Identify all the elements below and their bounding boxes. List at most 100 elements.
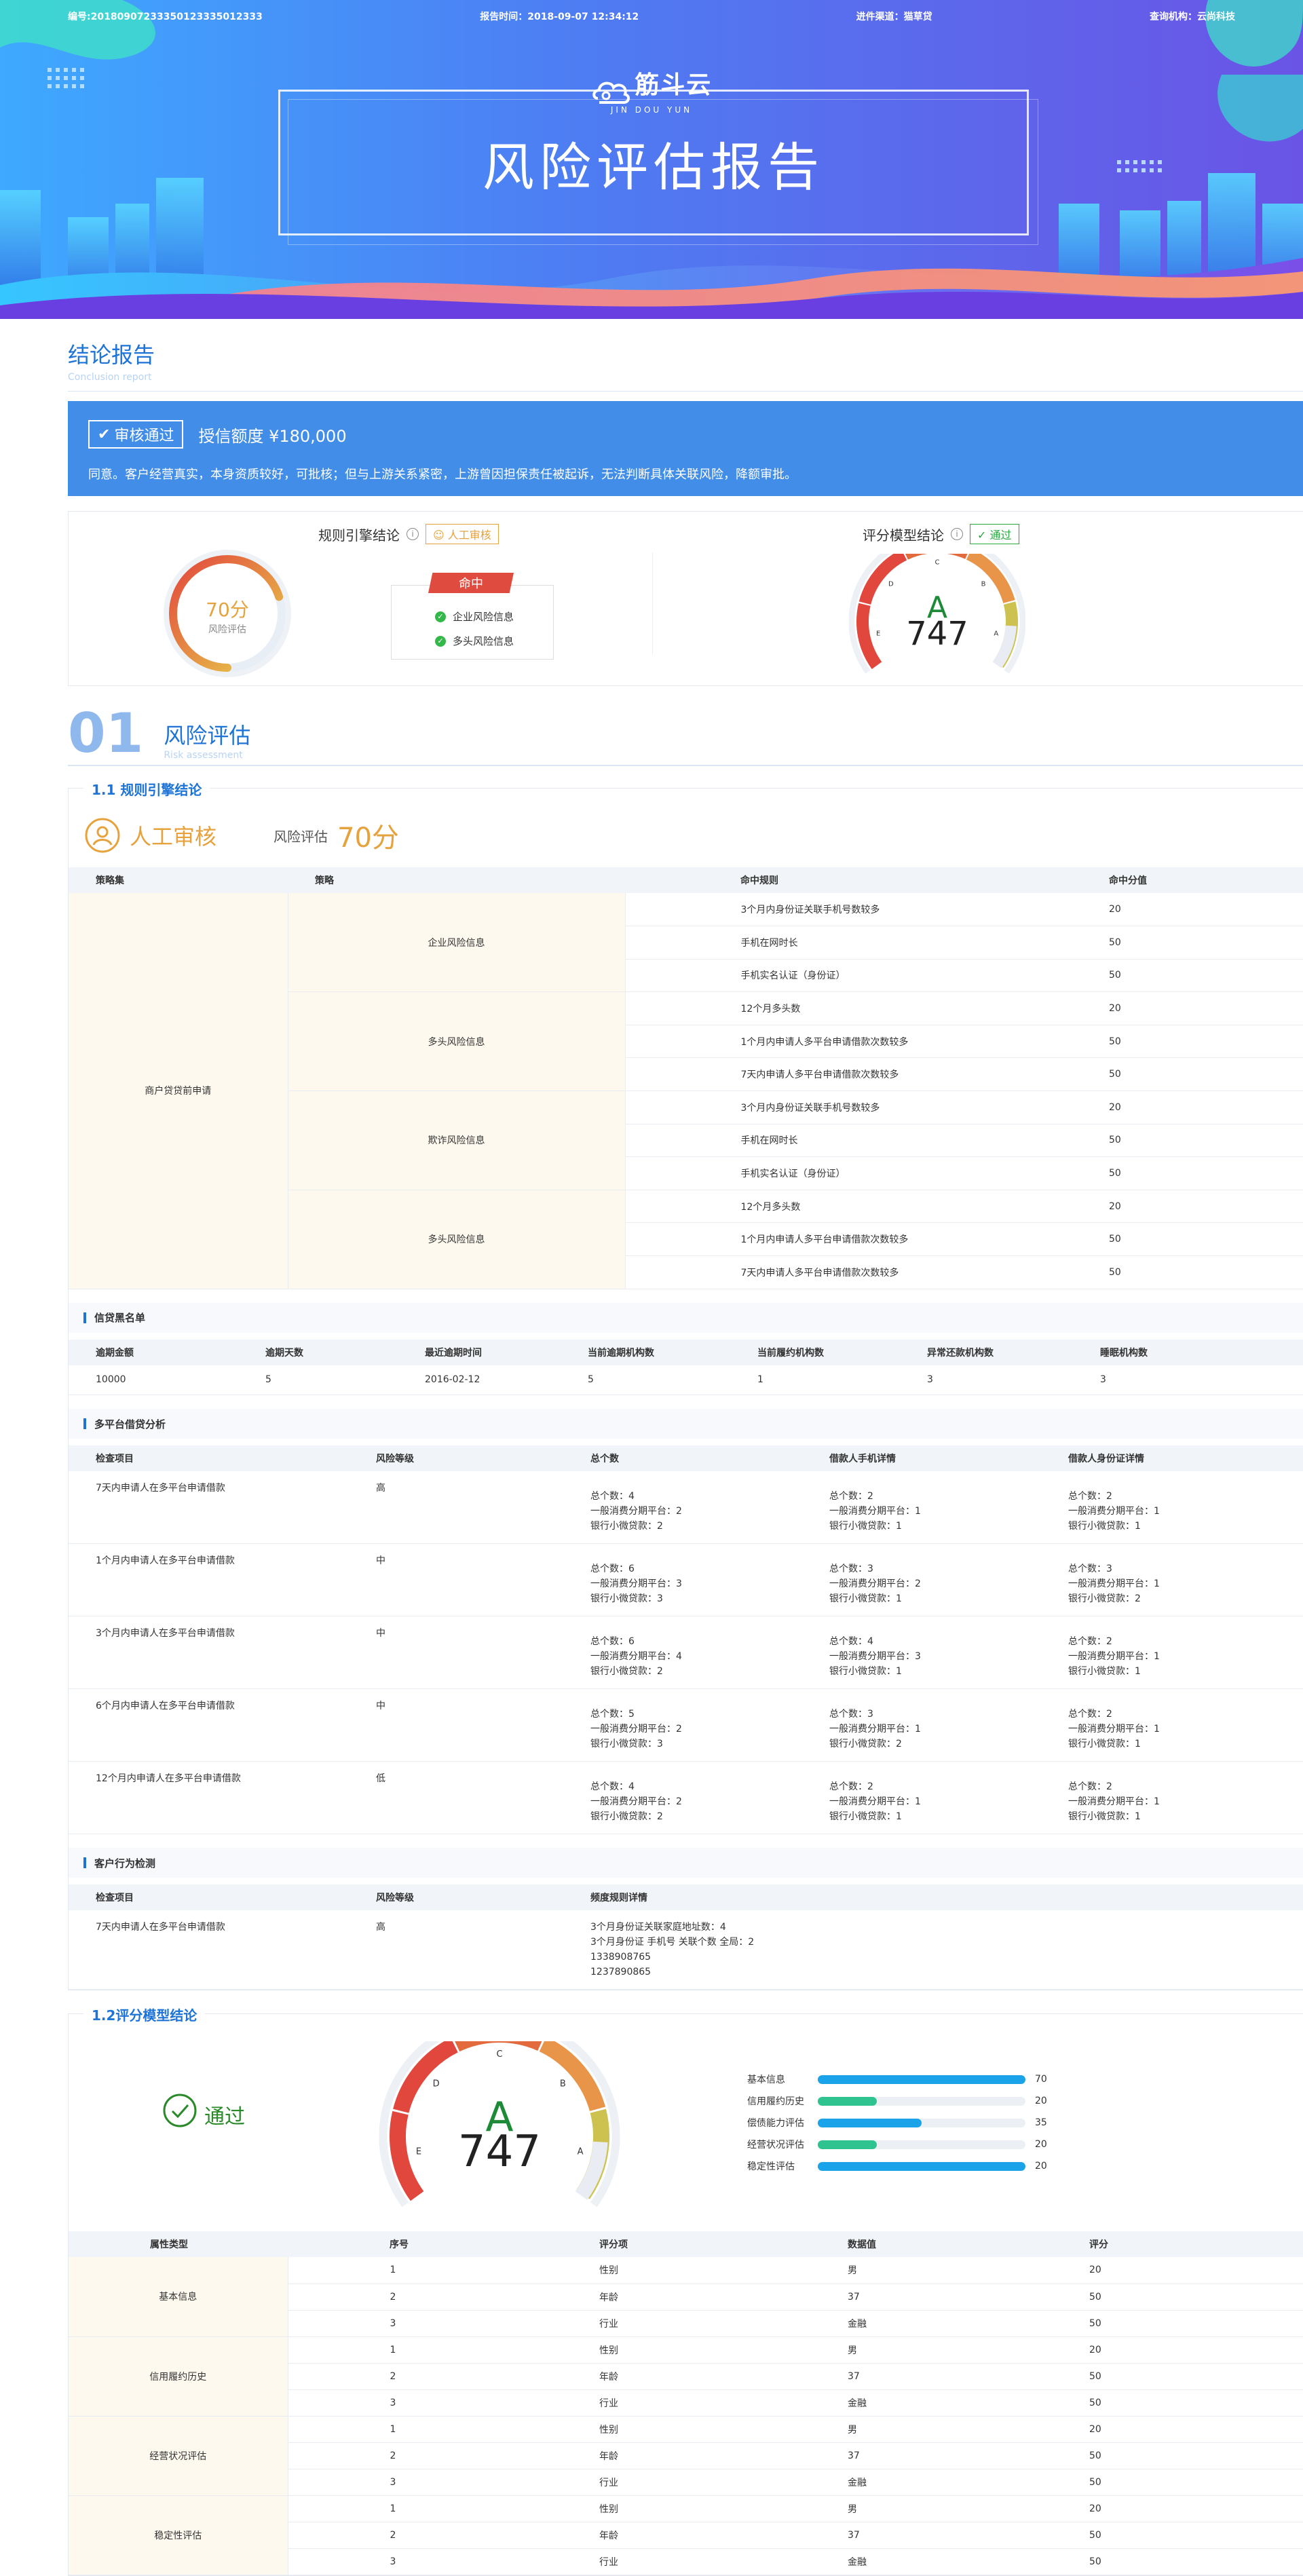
check-item-cell: 3个月内申请人在多平台申请借款 (69, 1616, 349, 1689)
detail-line: 银行小微贷款：1 (1068, 1809, 1277, 1824)
gauge-grade-label: A (994, 630, 998, 638)
divider (652, 552, 653, 654)
behavior-level: 高 (349, 1910, 563, 1990)
rule-cell: 手机实名认证（身份证） (625, 959, 1082, 992)
col-header: 检查项目 (69, 1884, 349, 1910)
score-bar-row: 基本信息70 (747, 2068, 1047, 2090)
model-score-gauge: EDCBAA747 (849, 554, 1025, 689)
score-bar-track (818, 2119, 1025, 2127)
conclusion-desc: 同意。客户经营真实，本身资质较好，可批核；但与上游关系紧密，上游曾因担保责任被起… (88, 465, 1284, 482)
policy-cell: 欺诈风险信息 (288, 1091, 625, 1190)
conclusion-banner: ✔ 审核通过 授信额度 ¥180,000 同意。客户经营真实，本身资质较好，可批… (68, 401, 1303, 496)
detail-line: 一般消费分期平台：2 (590, 1794, 775, 1809)
manual-review-row: 人工审核 风险评估 70分 (69, 802, 1303, 855)
multi-platform-title: 多平台借贷分析 (94, 1417, 166, 1431)
risk-section-heading: 01 风险评估 Risk assessment (68, 706, 1303, 766)
model-panel-title: 评分模型结论 i ✓ 通过 (863, 524, 1019, 544)
check-circle-icon: ✓ (435, 636, 446, 647)
model-cell: 2 (288, 2363, 497, 2389)
model-cell: 性别 (497, 2336, 746, 2363)
rule-score: 70分 (206, 599, 249, 621)
col-header: 风险等级 (349, 1884, 563, 1910)
info-icon[interactable]: i (951, 528, 963, 540)
multi-platform-table: 检查项目风险等级总个数借款人手机详情借款人身份证详情 7天内申请人在多平台申请借… (69, 1445, 1303, 1834)
total-detail-cell: 总个数：5一般消费分期平台：2银行小微贷款：3 (563, 1689, 802, 1762)
report-time: 报告时间：2018-09-07 12:34:12 (480, 10, 639, 23)
gauge-remaining (997, 626, 1011, 665)
model-box-title: 1.2评分模型结论 (83, 2005, 205, 2024)
id-detail-cell: 总个数：2一般消费分期平台：1银行小微贷款：1 (1041, 1689, 1303, 1762)
model-cell: 50 (987, 2442, 1303, 2469)
behavior-heading: 客户行为检测 (69, 1848, 1303, 1878)
score-bar-value: 20 (1035, 2139, 1047, 2150)
gauge-grade-label: A (578, 2147, 584, 2157)
gauge-grade-label: B (560, 2079, 566, 2089)
model-panel-title-text: 评分模型结论 (863, 525, 944, 544)
model-cell: 2 (288, 2442, 497, 2469)
model-cell: 金融 (746, 2389, 987, 2416)
model-cell: 37 (746, 2284, 987, 2310)
model-cell: 金融 (746, 2469, 987, 2495)
detail-line: 一般消费分期平台：1 (1068, 1722, 1277, 1737)
gauge-grade-label: E (876, 630, 880, 638)
gauge-segment (401, 2045, 455, 2111)
phone-detail-cell: 总个数：2一般消费分期平台：1银行小微贷款：1 (802, 1762, 1041, 1834)
model-score-gauge-large: EDCBAA747 (377, 2041, 622, 2218)
behavior-detail-line: 3个月身份证 手机号 关联个数 全局：2 (590, 1935, 1277, 1950)
detail-line: 总个数：2 (829, 1779, 1014, 1794)
rule-cell: 12个月多头数 (625, 1190, 1082, 1223)
detail-line: 一般消费分期平台：2 (590, 1722, 775, 1737)
col-header: 当前履约机构数 (730, 1340, 900, 1365)
total-detail-cell: 总个数：6一般消费分期平台：3银行小微贷款：3 (563, 1544, 802, 1616)
detail-line: 一般消费分期平台：4 (590, 1649, 775, 1664)
model-cell: 年龄 (497, 2442, 746, 2469)
summary-panel: 规则引擎结论 i ☺ 人工审核 70分 风险评估 命中 ✓企业风险信息 ✓多头风… (68, 511, 1303, 686)
hit-badge: 命中 (428, 573, 514, 593)
rule-cell: 7天内申请人多平台申请借款次数较多 (625, 1058, 1082, 1091)
risk-level-cell: 中 (349, 1544, 563, 1616)
detail-line: 银行小微贷款：1 (829, 1591, 1014, 1606)
score-bar-value: 70 (1035, 2074, 1047, 2085)
rule-cell: 12个月多头数 (625, 992, 1082, 1025)
risk-label: 风险评估 (273, 826, 328, 846)
id-detail-cell: 总个数：2一般消费分期平台：1银行小微贷款：1 (1041, 1616, 1303, 1689)
col-header: 逾期金额 (69, 1340, 238, 1365)
phone-detail-cell: 总个数：2一般消费分期平台：1银行小微贷款：1 (802, 1471, 1041, 1544)
detail-line: 总个数：4 (590, 1779, 775, 1794)
id-detail-cell: 总个数：3一般消费分期平台：1银行小微贷款：2 (1041, 1544, 1303, 1616)
blacklist-table: 逾期金额逾期天数最近逾期时间当前逾期机构数当前履约机构数异常还款机构数睡眠机构数… (69, 1340, 1303, 1396)
score-bar-fill (818, 2140, 877, 2149)
rule-score-cell: 20 (1082, 992, 1303, 1025)
model-cell: 金融 (746, 2548, 987, 2575)
score-bar-track (818, 2162, 1025, 2171)
detail-line: 一般消费分期平台：1 (829, 1504, 1014, 1519)
check-icon: ✔ (98, 426, 110, 443)
report-serial: 编号:20180907233350123335012333 (68, 10, 263, 23)
score-bar-value: 20 (1035, 2161, 1047, 2172)
detail-line: 一般消费分期平台：1 (829, 1794, 1014, 1809)
pass-tag-text: 通过 (990, 529, 1012, 542)
rules-box-title: 1.1 规则引擎结论 (83, 779, 210, 799)
gauge-grade-label: E (416, 2147, 421, 2157)
gauge-score: 747 (458, 2127, 541, 2177)
rule-cell: 3个月内身份证关联手机号数较多 (625, 893, 1082, 926)
rule-cell: 1个月内申请人多平台申请借款次数较多 (625, 1223, 1082, 1256)
manual-review-label: 人工审核 (130, 820, 216, 851)
col-header: 借款人手机详情 (802, 1445, 1041, 1471)
detail-line: 银行小微贷款：2 (590, 1664, 775, 1679)
col-header: 风险等级 (349, 1445, 563, 1471)
model-score-bars: 基本信息70信用履约历史20偿债能力评估35经营状况评估20稳定性评估20 (747, 2068, 1047, 2177)
info-icon[interactable]: i (407, 528, 419, 540)
model-cell: 行业 (497, 2469, 746, 2495)
detail-line: 总个数：4 (829, 1634, 1014, 1649)
gauge-segment (543, 2044, 598, 2109)
report-banner: 编号:20180907233350123335012333 报告时间：2018-… (0, 0, 1303, 319)
rule-cell: 手机实名认证（身份证） (625, 1157, 1082, 1190)
model-cell: 3 (288, 2389, 497, 2416)
model-cell: 2 (288, 2522, 497, 2548)
conclusion-heading: 结论报告 Conclusion report (68, 338, 1303, 392)
score-bar-track (818, 2097, 1025, 2106)
detail-line: 一般消费分期平台：3 (590, 1576, 775, 1591)
phone-detail-cell: 总个数：3一般消费分期平台：2银行小微贷款：1 (802, 1544, 1041, 1616)
score-bar-fill (818, 2097, 877, 2106)
